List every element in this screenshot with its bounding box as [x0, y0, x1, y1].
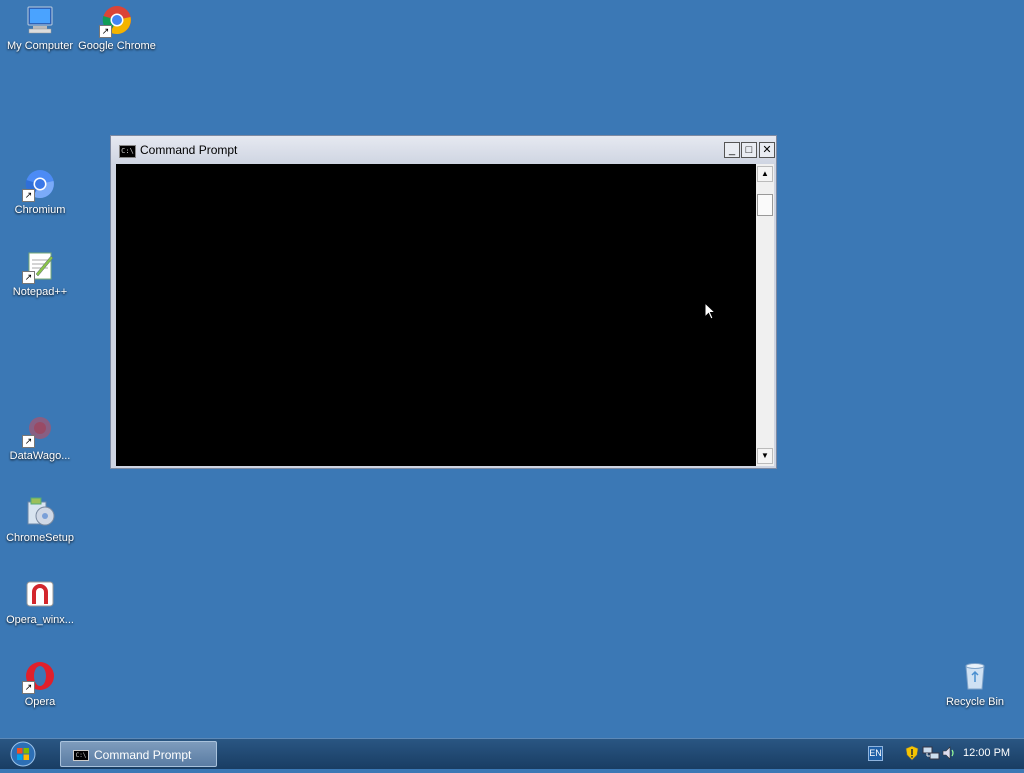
desktop-icon-my-computer[interactable]: My Computer [0, 4, 80, 53]
window-titlebar[interactable]: C:\ Command Prompt _ □ ✕ [111, 136, 776, 164]
cmd-icon: C:\ [73, 750, 89, 761]
desktop-icon-opera[interactable]: ↗ Opera [0, 660, 80, 709]
scroll-down-button[interactable]: ▼ [757, 448, 773, 464]
desktop-icon-label: Opera_winx... [6, 614, 74, 626]
desktop-icon-chromium[interactable]: ↗ Chromium [0, 168, 80, 217]
shortcut-arrow-icon: ↗ [22, 681, 35, 694]
taskbar-button-command-prompt[interactable]: C:\ Command Prompt [60, 741, 217, 767]
desktop-icon-label: Google Chrome [78, 40, 156, 52]
chromium-icon: ↗ [22, 168, 56, 202]
desktop-icon-recycle-bin[interactable]: Recycle Bin [935, 660, 1015, 709]
opera-installer-icon [24, 578, 56, 610]
scrollbar-thumb[interactable] [757, 194, 773, 216]
desktop-icon-label: ChromeSetup [6, 532, 74, 544]
desktop-icon-label: Opera [24, 696, 56, 708]
desktop-icon-datawago[interactable]: ↗ DataWago... [0, 414, 80, 463]
chrome-icon: ↗ [99, 4, 133, 38]
desktop-icon-chromesetup[interactable]: ChromeSetup [0, 496, 80, 545]
setup-installer-icon [24, 496, 56, 528]
desktop-icon-opera-winx[interactable]: Opera_winx... [0, 578, 80, 627]
mouse-pointer-icon [704, 301, 717, 325]
scroll-up-button[interactable]: ▲ [757, 166, 773, 182]
desktop-icon-google-chrome[interactable]: ↗ Google Chrome [77, 4, 157, 53]
window-title: Command Prompt [140, 143, 238, 157]
shortcut-arrow-icon: ↗ [99, 25, 112, 38]
minimize-button[interactable]: _ [724, 142, 740, 158]
clock[interactable]: 12:00 PM [963, 747, 1010, 759]
desktop-icon-notepad-plus-plus[interactable]: ↗ Notepad++ [0, 250, 80, 299]
vertical-scrollbar[interactable]: ▲ ▼ [756, 164, 774, 466]
start-button[interactable] [6, 740, 40, 768]
desktop-icon-label: Recycle Bin [945, 696, 1005, 708]
my-computer-icon [24, 4, 56, 36]
shortcut-arrow-icon: ↗ [22, 435, 35, 448]
security-shield-icon[interactable] [904, 745, 920, 761]
recycle-bin-icon [959, 660, 991, 692]
volume-icon[interactable] [941, 745, 957, 761]
desktop-icon-label: Chromium [14, 204, 66, 216]
close-button[interactable]: ✕ [759, 142, 775, 158]
shortcut-arrow-icon: ↗ [22, 271, 35, 284]
console-output-area[interactable] [116, 164, 756, 466]
language-indicator[interactable]: EN [868, 746, 883, 761]
taskbar: C:\ Command Prompt EN 12:00 PM [0, 738, 1024, 769]
network-icon[interactable] [922, 745, 940, 761]
opera-icon: ↗ [22, 660, 56, 694]
desktop-icon-label: My Computer [6, 40, 74, 52]
cmd-icon: C:\ [119, 145, 136, 158]
datawago-icon: ↗ [22, 414, 56, 448]
desktop-icon-label: Notepad++ [12, 286, 68, 298]
command-prompt-window[interactable]: C:\ Command Prompt _ □ ✕ ▲ ▼ [110, 135, 777, 469]
shortcut-arrow-icon: ↗ [22, 189, 35, 202]
notepad-plus-plus-icon: ↗ [22, 250, 56, 284]
taskbar-button-label: Command Prompt [94, 748, 192, 762]
desktop-icon-label: DataWago... [9, 450, 71, 462]
maximize-button[interactable]: □ [741, 142, 757, 158]
